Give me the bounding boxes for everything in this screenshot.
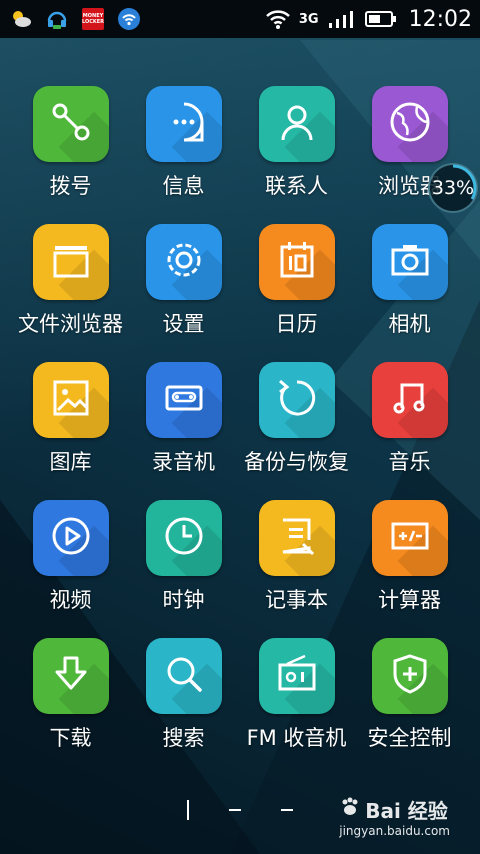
app-recorder[interactable]: 录音机: [127, 346, 240, 484]
memory-cleaner-badge[interactable]: 33%: [428, 163, 478, 213]
app-tile: [258, 362, 335, 438]
wifi-notification-icon: [116, 6, 142, 32]
app-music[interactable]: 音乐: [353, 346, 466, 484]
app-tile: [258, 224, 335, 300]
paw-icon: [339, 796, 361, 823]
app-tile: [32, 224, 109, 300]
watermark-url: jingyan.baidu.com: [339, 824, 450, 838]
app-tile: [145, 86, 222, 162]
download-icon: [49, 652, 93, 700]
contacts-icon: [275, 100, 319, 148]
app-messages[interactable]: 信息: [127, 70, 240, 208]
app-video[interactable]: 视频: [14, 484, 127, 622]
app-label: 记事本: [265, 588, 328, 612]
message-icon: [160, 98, 208, 150]
app-tile: [258, 86, 335, 162]
app-tile: [32, 500, 109, 576]
app-file-browser[interactable]: 文件浏览器: [14, 208, 127, 346]
calculator-icon: [388, 514, 432, 562]
app-label: 备份与恢复: [244, 450, 349, 474]
app-label: 视频: [49, 588, 92, 612]
app-gallery[interactable]: 图库: [14, 346, 127, 484]
app-label: 录音机: [152, 450, 215, 474]
app-tile: [371, 86, 448, 162]
weather-icon: [8, 6, 34, 32]
page-dot[interactable]: [229, 809, 241, 811]
app-dialer[interactable]: 拨号: [14, 70, 127, 208]
app-backup[interactable]: 备份与恢复: [240, 346, 353, 484]
wifi-signal-icon: [265, 6, 291, 32]
app-tile: [371, 638, 448, 714]
app-grid: 拨号 信息 联系人 浏览器 文件浏览器 设置 日历 相机 图库 录音机 备份与恢…: [0, 70, 480, 760]
app-label: 信息: [162, 174, 205, 198]
app-label: 拨号: [49, 174, 92, 198]
cell-signal-icon: [327, 6, 357, 32]
app-fm-radio[interactable]: FM 收音机: [240, 622, 353, 760]
battery-icon: [364, 6, 397, 32]
baidu-watermark: Bai 经验 jingyan.baidu.com: [339, 795, 450, 838]
app-label: 安全控制: [367, 726, 452, 750]
radio-icon: [275, 652, 319, 700]
app-tile: [145, 500, 222, 576]
status-clock: 12:02: [408, 6, 472, 32]
app-tile: [258, 638, 335, 714]
app-label: 相机: [388, 312, 431, 336]
page-dot[interactable]: [281, 809, 293, 811]
video-icon: [48, 513, 94, 563]
shield-icon: [388, 652, 432, 700]
app-label: 搜索: [162, 726, 205, 750]
app-camera[interactable]: 相机: [353, 208, 466, 346]
folder-icon: [49, 238, 93, 286]
app-label: 文件浏览器: [18, 312, 123, 336]
app-calculator[interactable]: 计算器: [353, 484, 466, 622]
app-tile: [371, 224, 448, 300]
app-label: 时钟: [162, 588, 205, 612]
app-label: 设置: [162, 312, 205, 336]
settings-icon: [161, 237, 207, 287]
app-label: 音乐: [388, 450, 431, 474]
watermark-brand: Bai 经验: [339, 795, 450, 824]
gallery-icon: [49, 376, 93, 424]
backup-icon: [274, 375, 320, 425]
network-type: 3G: [298, 11, 319, 27]
page-dot-current[interactable]: [187, 800, 189, 820]
app-notepad[interactable]: 记事本: [240, 484, 353, 622]
app-tile: [32, 86, 109, 162]
app-search[interactable]: 搜索: [127, 622, 240, 760]
app-tile: [145, 224, 222, 300]
phone-icon: [49, 100, 93, 148]
app-tile: [258, 500, 335, 576]
status-bar: MONEY LOCKER 3G 12:02: [0, 0, 480, 38]
notepad-icon: [275, 514, 319, 562]
search-icon: [162, 652, 206, 700]
money-locker-icon: MONEY LOCKER: [80, 6, 106, 32]
app-label: FM 收音机: [246, 726, 347, 750]
app-tile: [145, 362, 222, 438]
app-tile: [32, 362, 109, 438]
clock-icon: [161, 513, 207, 563]
music-icon: [388, 376, 432, 424]
app-tile: [145, 638, 222, 714]
app-download[interactable]: 下载: [14, 622, 127, 760]
app-label: 联系人: [265, 174, 328, 198]
headset-icon: [44, 6, 70, 32]
app-tile: [32, 638, 109, 714]
app-calendar[interactable]: 日历: [240, 208, 353, 346]
app-tile: [371, 362, 448, 438]
app-settings[interactable]: 设置: [127, 208, 240, 346]
app-tile: [371, 500, 448, 576]
app-contacts[interactable]: 联系人: [240, 70, 353, 208]
app-label: 下载: [49, 726, 92, 750]
app-security[interactable]: 安全控制: [353, 622, 466, 760]
app-label: 日历: [275, 312, 318, 336]
app-clock[interactable]: 时钟: [127, 484, 240, 622]
browser-icon: [387, 99, 433, 149]
app-label: 计算器: [378, 588, 441, 612]
calendar-icon: [275, 238, 319, 286]
camera-icon: [388, 238, 432, 286]
app-label: 图库: [49, 450, 92, 474]
recorder-icon: [162, 376, 206, 424]
